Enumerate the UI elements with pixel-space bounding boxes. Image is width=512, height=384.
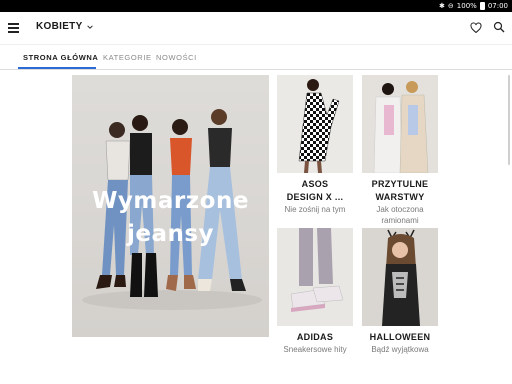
sneakers-image	[290, 228, 344, 312]
tile-title-line-1: ASOS	[301, 179, 329, 189]
status-bar: ✱ ⊖ 100% 07:00	[0, 0, 512, 12]
battery-icon	[479, 2, 485, 10]
heart-icon[interactable]	[470, 22, 482, 34]
tile-title: PRZYTULNE WARSTWY	[362, 178, 438, 204]
tile-subtitle-line-2: ramionami	[381, 216, 419, 225]
section-label: KOBIETY	[36, 21, 83, 32]
app-bar: KOBIETY	[0, 12, 512, 44]
tile-title-line-2: WARSTWY	[375, 192, 425, 202]
tile-subtitle: Bądź wyjątkowa	[371, 345, 429, 354]
battery-percent: 100%	[456, 2, 477, 10]
tile-subtitle: Nie zośnij na tym	[284, 205, 346, 214]
status-indicators: ✱ ⊖ 100% 07:00	[439, 1, 508, 11]
tile-image	[277, 75, 353, 173]
dnd-icon: ⊖	[447, 2, 454, 10]
clock: 07:00	[487, 2, 508, 10]
halloween-outfit-image	[382, 229, 420, 326]
tile-adidas[interactable]: ADIDAS Sneakersowe hity	[277, 228, 353, 355]
active-tab-indicator	[18, 67, 96, 69]
tile-przytulne-warstwy[interactable]: PRZYTULNE WARSTWY Jak otoczona ramionami	[362, 75, 438, 226]
tab-categories[interactable]: KATEGORIE	[103, 53, 152, 62]
hero-line-1: Wymarzone	[92, 188, 249, 214]
tile-title-line-1: PRZYTULNE	[371, 179, 429, 189]
hero-banner[interactable]: Wymarzone jeansy	[72, 75, 269, 337]
search-icon[interactable]	[493, 21, 505, 33]
tab-bar: STRONA GŁÓWNA KATEGORIE NOWOŚCI	[0, 44, 512, 70]
hero-line-2: jeansy	[126, 221, 215, 247]
hero-headline: Wymarzone jeansy	[72, 185, 269, 251]
chevron-down-icon	[86, 24, 93, 29]
tile-image	[277, 228, 353, 326]
checked-dress-image	[298, 79, 340, 173]
tile-subtitle-line-1: Jak otoczona	[376, 205, 424, 214]
tile-title-line-2: DESIGN X ...	[286, 192, 344, 202]
tile-halloween[interactable]: HALLOWEEN Bądź wyjątkowa	[362, 228, 438, 355]
tile-asos-design[interactable]: ASOS DESIGN X ... Nie zośnij na tym	[277, 75, 353, 215]
tile-subtitle: Jak otoczona ramionami	[362, 204, 438, 226]
tile-title: ADIDAS	[296, 332, 334, 342]
tile-image	[362, 75, 438, 173]
scrollbar[interactable]	[508, 75, 510, 165]
tab-new[interactable]: NOWOŚCI	[156, 53, 197, 62]
tile-image	[362, 228, 438, 326]
section-dropdown[interactable]: KOBIETY	[36, 21, 93, 32]
tile-subtitle: Sneakersowe hity	[283, 345, 347, 354]
tab-home[interactable]: STRONA GŁÓWNA	[23, 53, 98, 62]
coats-image	[373, 81, 429, 173]
hamburger-menu-icon[interactable]	[8, 23, 19, 33]
bluetooth-icon: ✱	[439, 2, 445, 10]
tile-title: ASOS DESIGN X ...	[277, 178, 353, 204]
tile-title: HALLOWEEN	[369, 332, 431, 342]
